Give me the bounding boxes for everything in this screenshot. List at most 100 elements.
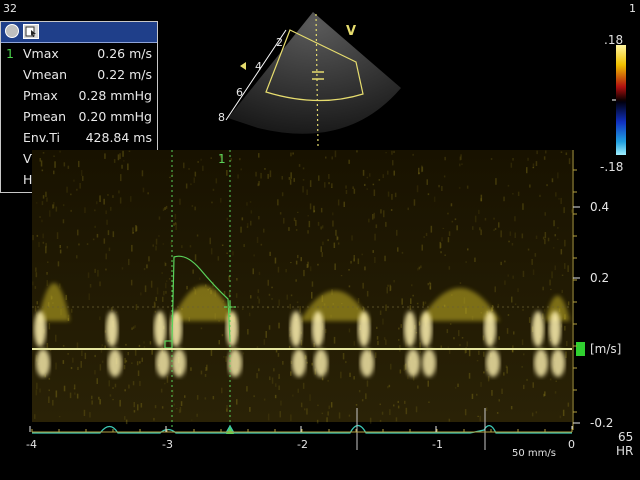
spectrum-noise bbox=[76, 342, 79, 349]
spectrum-noise bbox=[340, 275, 343, 277]
spectrum-noise bbox=[424, 301, 427, 305]
baseline-marker[interactable] bbox=[576, 342, 585, 356]
spectrum-noise bbox=[293, 217, 296, 222]
spectrum-noise bbox=[46, 272, 48, 275]
spectrum-noise bbox=[191, 419, 193, 421]
spectrum-noise bbox=[345, 185, 347, 189]
spectrum-noise bbox=[132, 227, 134, 234]
spectrum-noise bbox=[461, 337, 464, 339]
spectrum-noise bbox=[381, 411, 384, 415]
spectrum-noise bbox=[532, 163, 535, 169]
spectrum-noise bbox=[507, 274, 509, 277]
spectrum-noise bbox=[348, 285, 351, 288]
spectrum-noise bbox=[295, 229, 298, 231]
time-tick-label: -4 bbox=[26, 438, 37, 451]
spectrum-noise bbox=[76, 255, 78, 259]
spectrum-noise bbox=[564, 263, 566, 269]
spectrum-noise bbox=[511, 296, 513, 303]
spectrum-noise bbox=[128, 150, 131, 152]
spectrum-noise bbox=[69, 392, 72, 399]
spectrum-noise bbox=[421, 244, 423, 251]
spectrum-noise bbox=[508, 240, 510, 243]
spectrum-noise bbox=[250, 220, 252, 226]
spectrum-noise bbox=[385, 304, 387, 312]
wall-filter-artifact bbox=[154, 311, 166, 347]
spectrum-noise bbox=[221, 334, 224, 337]
spectrum-noise bbox=[200, 370, 203, 375]
spectrum-noise bbox=[39, 216, 41, 218]
spectrum-noise bbox=[507, 314, 510, 316]
spectrum-noise bbox=[45, 246, 47, 254]
spectrum-noise bbox=[561, 289, 563, 294]
spectrum-noise bbox=[246, 202, 248, 206]
spectrum-noise bbox=[374, 257, 376, 263]
spectrum-noise bbox=[269, 251, 271, 256]
spectrum-noise bbox=[526, 378, 528, 381]
spectrum-noise bbox=[81, 350, 83, 356]
spectrum-noise bbox=[551, 178, 554, 183]
spectrum-noise bbox=[342, 353, 345, 360]
spectrum-noise bbox=[91, 400, 93, 405]
spectrum-noise bbox=[94, 209, 96, 212]
spectrum-noise bbox=[194, 254, 197, 261]
spectrum-noise bbox=[338, 412, 341, 419]
spectrum-noise bbox=[150, 280, 153, 288]
spectrum-noise bbox=[302, 382, 305, 389]
velocity-unit-label: [m/s] bbox=[590, 342, 622, 356]
spectrum-noise bbox=[543, 308, 546, 312]
spectrum-noise bbox=[166, 375, 169, 383]
wall-filter-artifact bbox=[172, 349, 186, 377]
spectrum-noise bbox=[353, 188, 356, 194]
spectrum-noise bbox=[96, 233, 99, 238]
spectrum-noise bbox=[89, 412, 91, 418]
spectrum-noise bbox=[303, 269, 305, 277]
spectrum-noise bbox=[209, 237, 211, 245]
spectrum-noise bbox=[55, 362, 57, 370]
spectrum-noise bbox=[65, 294, 67, 300]
spectrum-noise bbox=[94, 225, 96, 228]
spectrum-noise bbox=[422, 301, 425, 306]
spectrum-noise bbox=[267, 173, 269, 179]
spectrum-noise bbox=[298, 164, 301, 167]
spectrum-noise bbox=[240, 226, 242, 233]
spectrum-noise bbox=[204, 397, 207, 400]
spectrum-noise bbox=[97, 269, 99, 277]
spectrum-noise bbox=[391, 150, 393, 155]
spectrum-noise bbox=[529, 184, 531, 188]
spectrum-noise bbox=[309, 394, 311, 402]
spectrum-noise bbox=[256, 236, 259, 243]
spectrum-noise bbox=[438, 184, 440, 188]
spectrum-noise bbox=[290, 294, 293, 297]
spectrum-noise bbox=[164, 382, 166, 385]
spectrum-noise bbox=[427, 380, 429, 387]
wall-filter-artifact bbox=[228, 349, 242, 377]
report-icon[interactable] bbox=[23, 24, 39, 39]
record-icon[interactable] bbox=[5, 24, 19, 38]
spectrum-noise bbox=[549, 378, 552, 381]
spectrum-noise bbox=[543, 156, 546, 160]
spectrum-noise bbox=[485, 407, 488, 411]
spectrum-noise bbox=[383, 337, 386, 341]
spectrum-noise bbox=[63, 385, 66, 392]
spectrum-noise bbox=[255, 171, 257, 177]
spectrum-noise bbox=[183, 162, 185, 169]
spectrum-noise bbox=[53, 155, 55, 157]
spectrum-noise bbox=[59, 283, 61, 288]
spectrum-noise bbox=[353, 341, 356, 346]
spectrum-noise bbox=[196, 395, 199, 400]
spectrum-noise bbox=[325, 328, 327, 334]
spectrum-noise bbox=[427, 193, 430, 196]
spectrum-noise bbox=[427, 282, 429, 286]
spectral-doppler-trace: 1 0.4 0.2 -0.2 -4 -3 -2 -1 0 bbox=[26, 150, 613, 451]
spectrum-noise bbox=[165, 205, 168, 209]
spectrum-noise bbox=[34, 414, 36, 419]
spectrum-noise bbox=[364, 266, 366, 271]
spectrum-noise bbox=[376, 336, 379, 340]
spectrum-noise bbox=[164, 261, 166, 267]
spectrum-noise bbox=[477, 415, 479, 417]
spectrum-noise bbox=[311, 291, 313, 299]
spectrum-noise bbox=[514, 216, 516, 222]
spectrum-noise bbox=[397, 405, 400, 409]
spectrum-noise bbox=[200, 158, 202, 161]
spectrum-noise bbox=[565, 351, 567, 358]
